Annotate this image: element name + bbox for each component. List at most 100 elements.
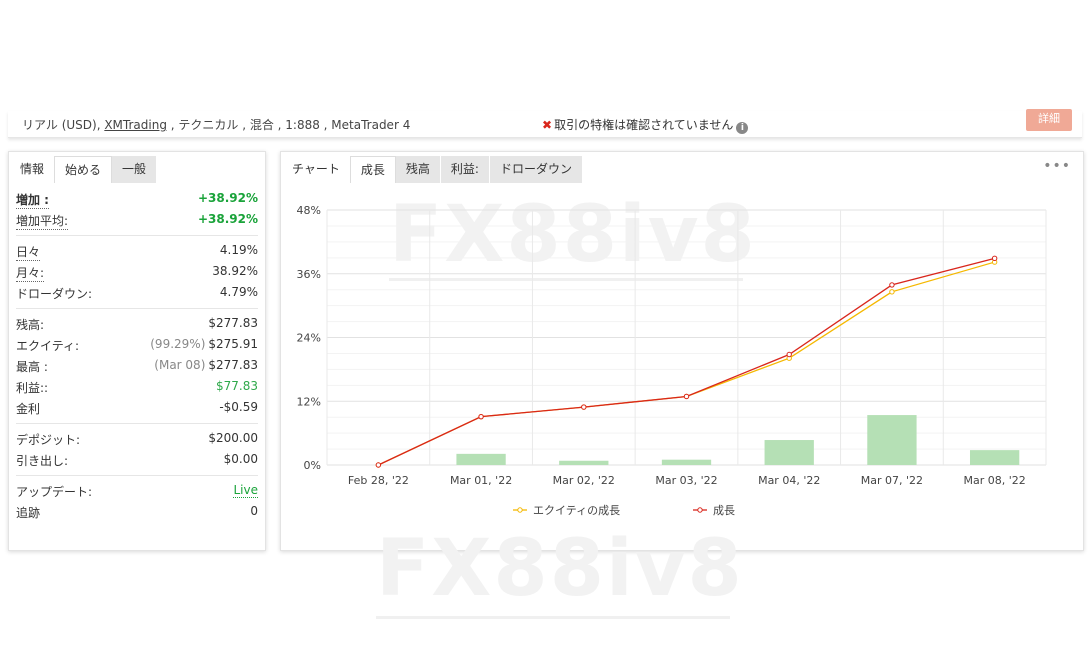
divider [16,235,258,236]
gain-value: +38.92% [197,191,258,205]
tab-profit[interactable]: 利益: [440,156,490,183]
x-tick-label: Mar 04, '22 [758,474,820,487]
daily-bar [559,460,609,465]
stats-list: 増加 : +38.92% 増加平均: +38.92% 日々 4.19% 月々: 38.9… [16,188,258,522]
daily-bar [661,459,712,465]
growth-point [478,413,484,420]
daily-bar [969,450,1020,465]
daily-value: 4.19% [219,243,258,257]
x-tick-label: Mar 08, '22 [964,474,1026,487]
chart-tabs: チャート 成長 残高 利益: ドローダウン [282,156,583,183]
high-date: (Mar 08) [154,358,206,372]
divider [16,423,258,424]
equity-row: エクイティ: (99.29%) $275.91 [16,334,258,355]
broker-link[interactable]: XMTrading [104,118,167,132]
verify-text: 取引の特権は確認されていません [554,118,734,132]
info-icon[interactable]: i [736,122,749,134]
withdraw-value: $0.00 [223,452,258,466]
stats-panel: 情報 始める 一般 増加 : +38.92% 増加平均: +38.92% 日々 4.19%… [8,151,266,551]
account-type: リアル (USD), [22,118,105,132]
balance-value: $277.83 [208,316,258,330]
interest-row: 金利 -$0.59 [16,397,258,418]
tab-start[interactable]: 始める [54,156,113,183]
growth-point [581,404,587,410]
high-label: 最高 : [16,360,48,374]
drawdown-value: 4.79% [219,285,258,299]
profit-row: 利益:: $77.83 [16,376,258,397]
daily-bar [867,415,917,465]
gain-row: 増加 : +38.92% [16,188,258,209]
high-row: 最高 : (Mar 08) $277.83 [16,355,258,376]
x-tick-label: Mar 01, '22 [450,474,512,487]
verification-status: ✖ 取引の特権は確認されていません i [542,116,749,134]
track-label: 追跡 [16,506,41,520]
monthly-row: 月々: 38.92% [16,261,258,282]
y-tick-label: 48% [297,204,321,217]
watermark-underline-lower [376,616,730,619]
abs-gain-row: 増加平均: +38.92% [16,209,258,230]
growth-chart: 0% 12% 24% 36% 48% Feb 28, '22 Mar 01, '22 Mar … [297,204,1047,517]
drawdown-row: ドローダウン: 4.79% [16,282,258,303]
watermark-text-lower: FX88iv8 [376,524,744,614]
update-label: アップデート: [16,485,93,499]
interest-value: -$0.59 [219,400,258,414]
update-row: アップデート: Live [16,480,258,501]
high-value-wrap: (Mar 08) $277.83 [154,358,258,372]
account-summary: リアル (USD), XMTrading , テクニカル , 混合 , 1:88… [22,116,410,133]
abs-gain-label: 増加平均: [16,214,69,230]
deposit-label: デポジット: [16,433,81,447]
equity-value-wrap: (99.29%) $275.91 [150,337,258,351]
y-tick-label: 0% [304,459,321,472]
profit-label: 利益:: [16,381,49,395]
y-tick-label: 12% [297,395,321,408]
deposit-row: デポジット: $200.00 [16,428,258,449]
deposit-value: $200.00 [208,431,258,445]
x-tick-label: Feb 28, '22 [348,474,409,487]
withdraw-row: 引き出し: $0.00 [16,449,258,470]
tab-chart[interactable]: チャート [282,156,350,183]
tab-balance[interactable]: 残高 [395,156,441,183]
tab-drawdown[interactable]: ドローダウン [489,156,583,183]
monthly-label: 月々: [16,266,45,282]
drawdown-label: ドローダウン: [16,287,93,301]
track-row: 追跡 0 [16,501,258,522]
y-tick-label: 36% [297,268,321,281]
growth-point [991,255,998,262]
detail-button[interactable]: 詳細 [1026,109,1072,131]
daily-bar [456,453,506,465]
legend-label: 成長 [713,504,735,517]
monthly-value: 38.92% [212,264,258,278]
growth-point [786,351,792,358]
balance-row: 残高: $277.83 [16,313,258,334]
tab-info[interactable]: 情報 [10,156,55,183]
more-options-icon[interactable]: ••• [1043,158,1071,174]
divider [16,475,258,476]
growth-point [375,462,382,468]
tab-growth[interactable]: 成長 [349,156,396,183]
high-value: $277.83 [208,358,258,372]
equity-label: エクイティ: [16,339,80,353]
daily-bar [764,440,814,465]
x-tick-label: Mar 03, '22 [655,474,717,487]
x-tick-label: Mar 02, '22 [553,474,615,487]
legend-swatch-point [517,507,523,513]
track-value: 0 [250,504,258,518]
stats-tabs: 情報 始める 一般 [10,156,158,183]
x-tick-label: Mar 07, '22 [861,474,923,487]
account-details: , テクニカル , 混合 , 1:888 , MetaTrader 4 [166,118,411,132]
interest-label: 金利 [16,402,41,416]
profit-value: $77.83 [216,379,258,393]
abs-gain-value: +38.92% [197,212,258,226]
balance-label: 残高: [16,318,45,332]
equity-growth-point [889,289,895,295]
gain-label: 増加 : [16,193,49,209]
tab-general[interactable]: 一般 [112,156,158,183]
legend-label: エクイティの成長 [533,504,620,517]
chart-panel: チャート 成長 残高 利益: ドローダウン ••• FX88iv8 0% 12% 24% 36… [280,151,1084,551]
cross-icon: ✖ [542,118,553,132]
update-value[interactable]: Live [233,483,258,498]
growth-point [889,282,895,288]
account-info-bar: リアル (USD), XMTrading , テクニカル , 混合 , 1:88… [8,109,1082,138]
withdraw-label: 引き出し: [16,454,69,468]
legend-swatch-point [697,507,703,513]
